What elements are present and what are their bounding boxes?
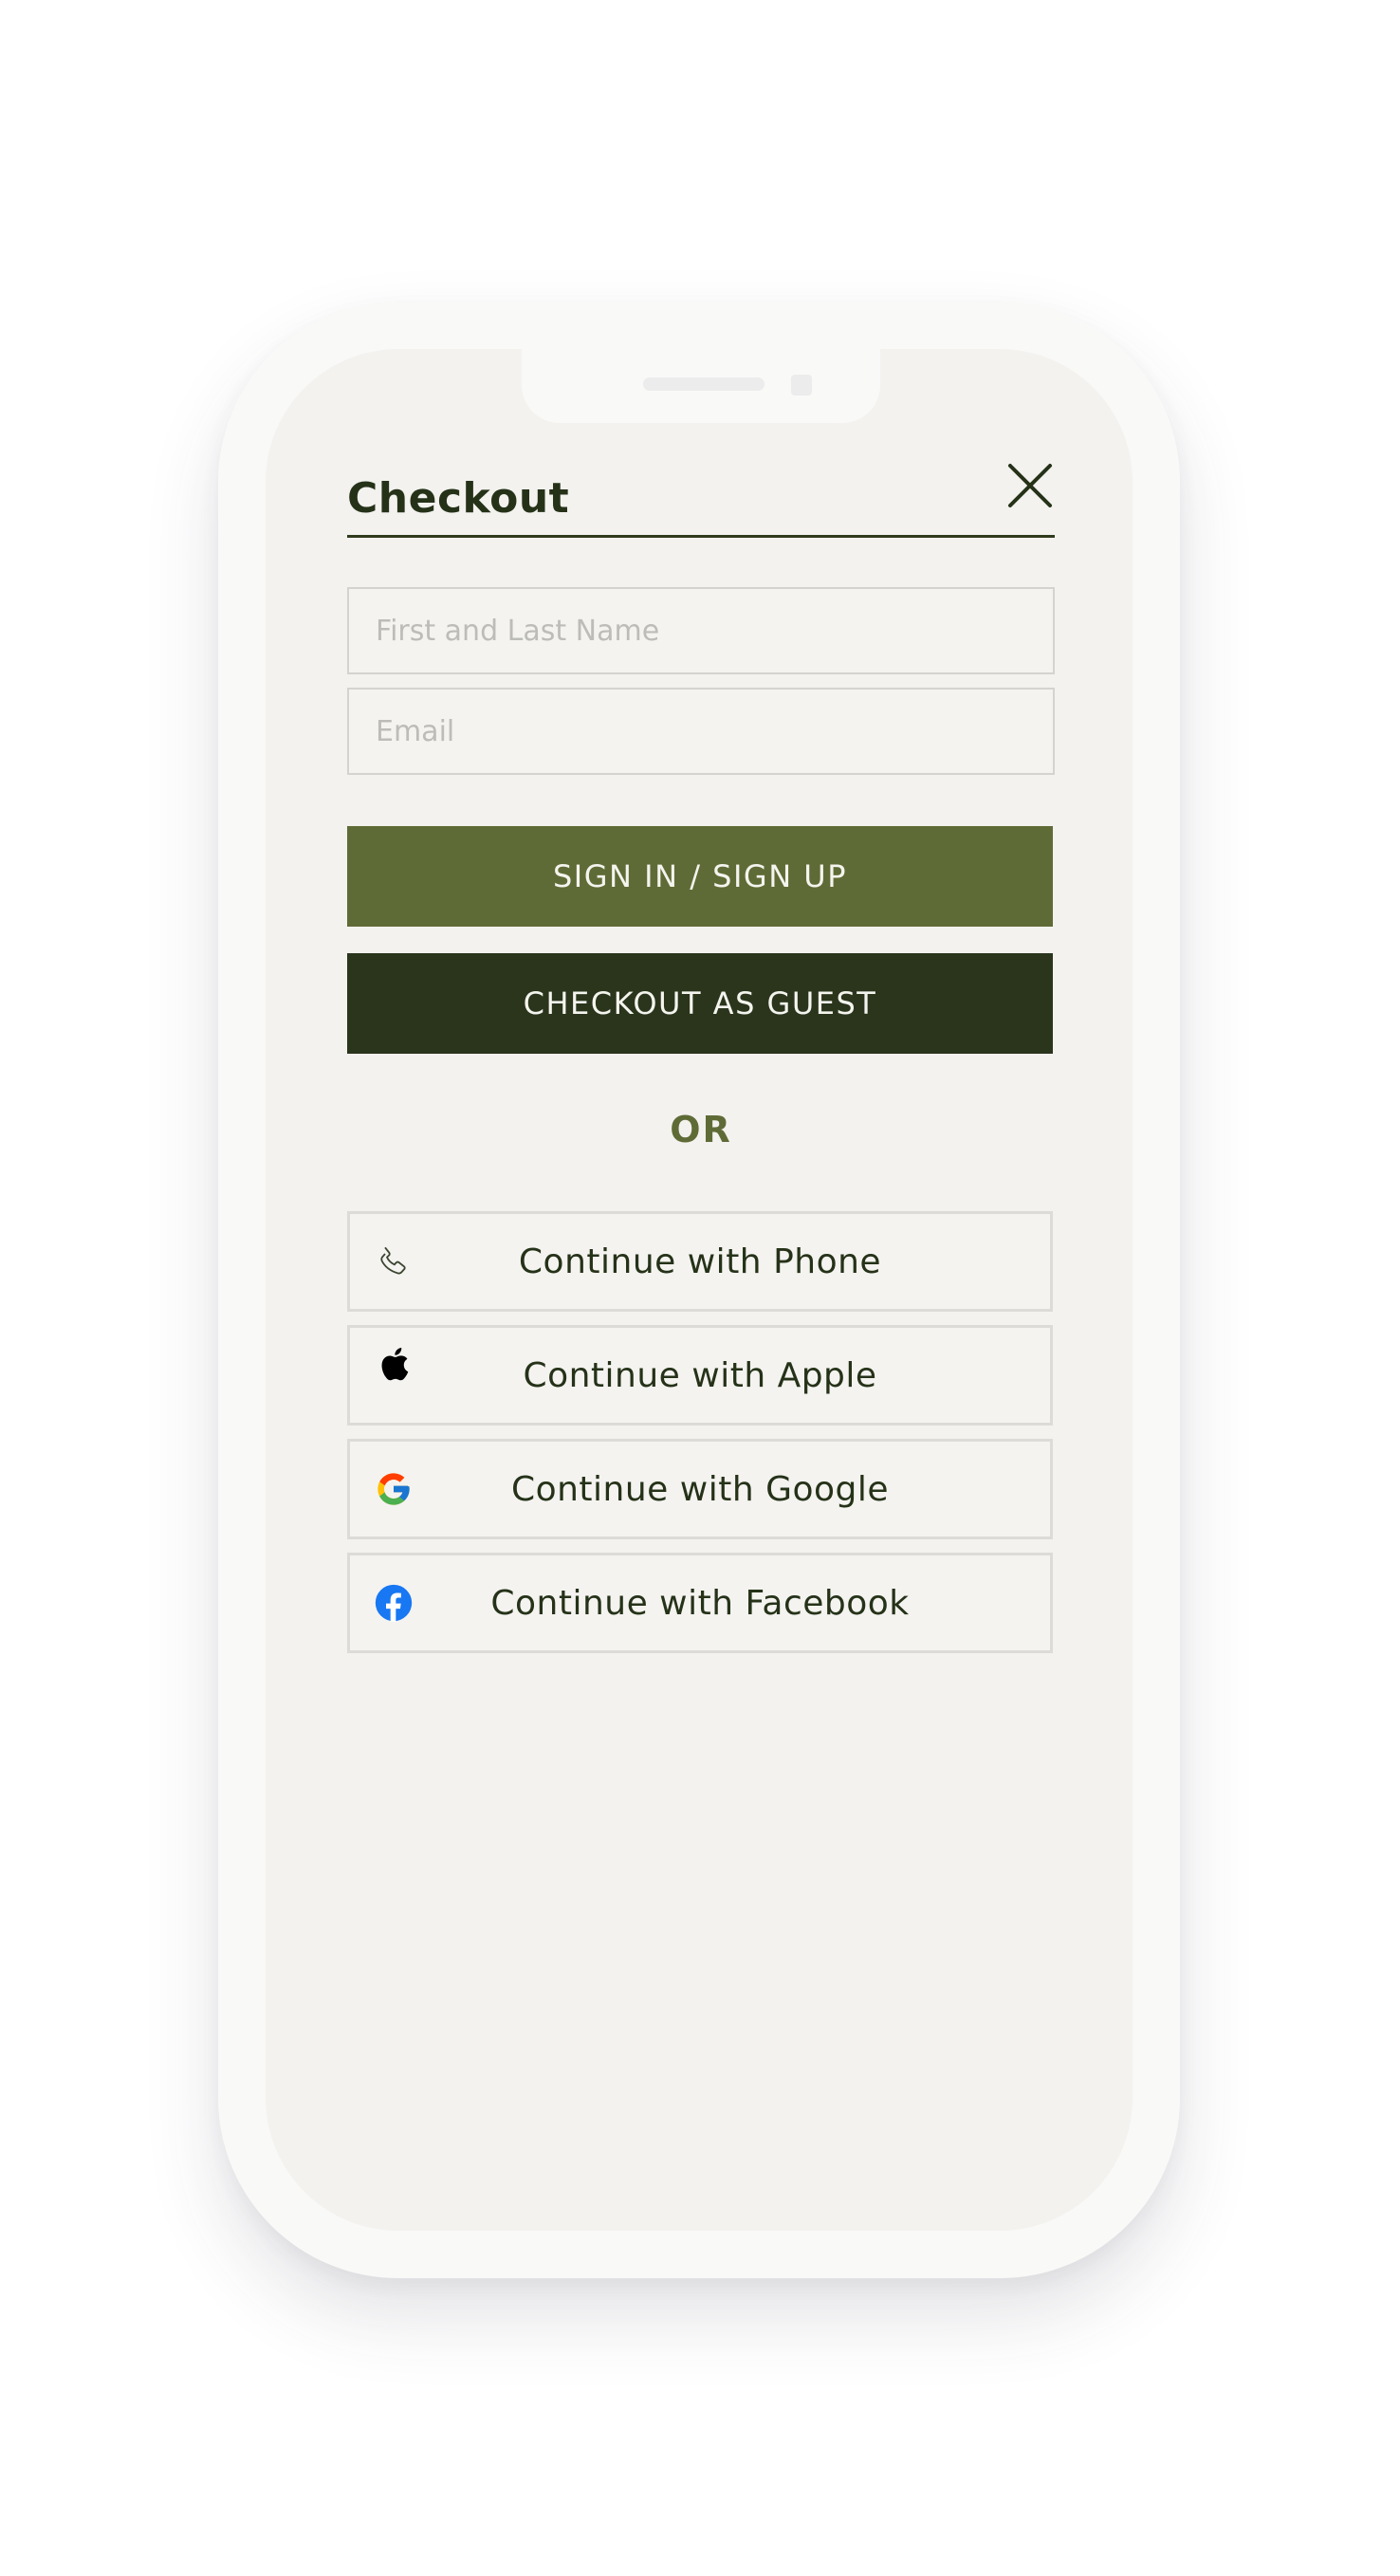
checkout-panel: Checkout SIGN IN / SIGN UP CHECKOUT AS G… [347, 455, 1055, 1666]
email-field[interactable] [374, 713, 1053, 749]
speaker-grille [643, 377, 764, 391]
sign-in-sign-up-button[interactable]: SIGN IN / SIGN UP [347, 826, 1053, 927]
phone-notch [522, 349, 880, 423]
continue-with-google-label: Continue with Google [510, 1469, 890, 1509]
continue-with-facebook-button[interactable]: Continue with Facebook [347, 1553, 1053, 1653]
checkout-as-guest-button[interactable]: CHECKOUT AS GUEST [347, 953, 1053, 1054]
continue-with-apple-label: Continue with Apple [523, 1355, 877, 1395]
continue-with-facebook-label: Continue with Facebook [490, 1583, 910, 1623]
google-icon [373, 1468, 414, 1510]
phone-screen: Checkout SIGN IN / SIGN UP CHECKOUT AS G… [266, 349, 1133, 2231]
close-icon [1008, 464, 1052, 507]
continue-with-phone-label: Continue with Phone [518, 1242, 882, 1281]
facebook-icon [373, 1582, 414, 1624]
close-button[interactable] [1005, 461, 1055, 510]
phone-frame: Checkout SIGN IN / SIGN UP CHECKOUT AS G… [218, 302, 1180, 2278]
apple-icon [373, 1343, 414, 1385]
front-camera [791, 375, 812, 396]
continue-with-google-button[interactable]: Continue with Google [347, 1439, 1053, 1539]
page-title: Checkout [347, 474, 570, 523]
name-field-wrapper [347, 587, 1055, 674]
phone-icon [373, 1241, 414, 1282]
continue-with-apple-button[interactable]: Continue with Apple [347, 1325, 1053, 1426]
or-divider-label: OR [670, 1109, 732, 1150]
continue-with-phone-button[interactable]: Continue with Phone [347, 1211, 1053, 1312]
social-login-list: Continue with Phone Continue with Apple [347, 1211, 1055, 1653]
name-field[interactable] [374, 613, 1053, 649]
checkout-header: Checkout [347, 455, 1055, 538]
email-field-wrapper [347, 688, 1055, 775]
